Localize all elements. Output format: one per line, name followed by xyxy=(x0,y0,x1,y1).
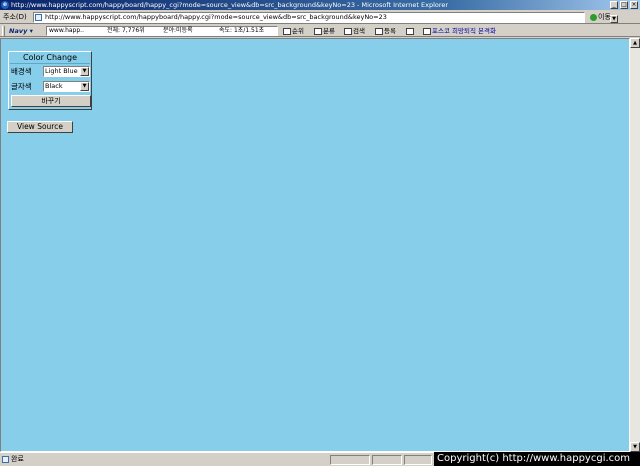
navy-total-rank: 전체: 7,776위 xyxy=(107,27,145,34)
title-bar: e http://www.happyscript.com/happyboard/… xyxy=(0,0,640,10)
register-icon xyxy=(375,27,383,35)
vertical-scrollbar[interactable]: ▲ ▼ xyxy=(630,38,640,452)
background-color-value: Light Blue xyxy=(45,67,78,75)
page-status-icon xyxy=(2,456,9,463)
minimize-button[interactable]: _ xyxy=(610,1,618,9)
text-color-value: Black xyxy=(45,82,63,90)
page-content: Color Change 배경색 Light Blue ▼ 글자색 Black … xyxy=(0,38,630,452)
mail-icon xyxy=(406,27,414,35)
navy-search-box[interactable]: www.happ.. 전체: 7,776위 분야:미등록 속도: 1초/1.51… xyxy=(46,26,278,36)
mail-button[interactable] xyxy=(406,26,415,36)
category-button[interactable]: 분류 xyxy=(314,26,335,36)
text-color-select[interactable]: Black ▼ xyxy=(43,81,90,92)
go-arrow-icon xyxy=(590,13,597,21)
view-source-button[interactable]: View Source xyxy=(7,121,73,133)
chevron-down-icon[interactable]: ▼ xyxy=(80,82,89,91)
register-label: 등록 xyxy=(384,27,396,35)
category-label: 분류 xyxy=(323,27,335,35)
status-pane xyxy=(404,455,432,465)
color-change-title: Color Change xyxy=(10,53,90,64)
copyright-watermark: Copyright(c) http://www.happycgi.com xyxy=(434,452,640,466)
address-bar: 주소(D) http://www.happyscript.com/happybo… xyxy=(0,11,640,24)
news-icon xyxy=(423,27,431,35)
status-pane xyxy=(330,455,370,465)
page-icon xyxy=(35,14,42,21)
maximize-button[interactable]: □ xyxy=(620,1,628,9)
address-input[interactable]: http://www.happyscript.com/happyboard/ha… xyxy=(33,12,618,23)
navy-brand-button[interactable]: Navy ▾ xyxy=(9,26,43,36)
scroll-up-icon[interactable]: ▲ xyxy=(630,38,640,48)
register-button[interactable]: 등록 xyxy=(375,26,396,36)
navy-toolbar: Navy ▾ www.happ.. 전체: 7,776위 분야:미등록 속도: … xyxy=(0,25,640,37)
ie-logo-icon: e xyxy=(1,1,9,9)
rank-icon xyxy=(283,27,291,35)
address-url[interactable]: http://www.happyscript.com/happyboard/ha… xyxy=(45,13,387,22)
color-change-panel: Color Change 배경색 Light Blue ▼ 글자색 Black … xyxy=(8,51,92,110)
search-icon xyxy=(344,27,352,35)
rank-button[interactable]: 순위 xyxy=(283,26,304,36)
browser-window: e http://www.happyscript.com/happyboard/… xyxy=(0,0,640,466)
chevron-down-icon[interactable]: ▼ xyxy=(80,67,89,76)
toolbar-grip[interactable] xyxy=(2,26,5,36)
search-label: 검색 xyxy=(353,27,365,35)
rank-label: 순위 xyxy=(292,27,304,35)
navy-speed: 속도: 1초/1.51초 xyxy=(219,27,265,34)
background-color-row: 배경색 Light Blue ▼ xyxy=(10,65,90,78)
status-text: 완료 xyxy=(11,455,24,463)
scroll-down-icon[interactable]: ▼ xyxy=(630,442,640,452)
text-color-row: 글자색 Black ▼ xyxy=(10,80,90,93)
go-label: 이동 xyxy=(598,13,611,21)
close-button[interactable]: × xyxy=(630,1,638,9)
address-label: 주소(D) xyxy=(3,13,27,21)
folder-icon xyxy=(314,27,322,35)
apply-color-button[interactable]: 바꾸기 xyxy=(11,95,91,107)
text-color-label: 글자색 xyxy=(11,82,32,91)
navy-category: 분야:미등록 xyxy=(163,27,193,34)
go-button[interactable]: 이동 xyxy=(588,12,638,23)
status-pane xyxy=(372,455,402,465)
background-color-select[interactable]: Light Blue ▼ xyxy=(43,66,90,77)
news-ticker-text: 포스코 희망퇴직 본격화 xyxy=(432,27,496,35)
navy-search-text: www.happ.. xyxy=(49,27,84,34)
background-color-label: 배경색 xyxy=(11,67,32,76)
news-ticker-link[interactable]: 포스코 희망퇴직 본격화 xyxy=(423,26,496,36)
window-title: http://www.happyscript.com/happyboard/ha… xyxy=(11,1,449,9)
search-button[interactable]: 검색 xyxy=(344,26,365,36)
